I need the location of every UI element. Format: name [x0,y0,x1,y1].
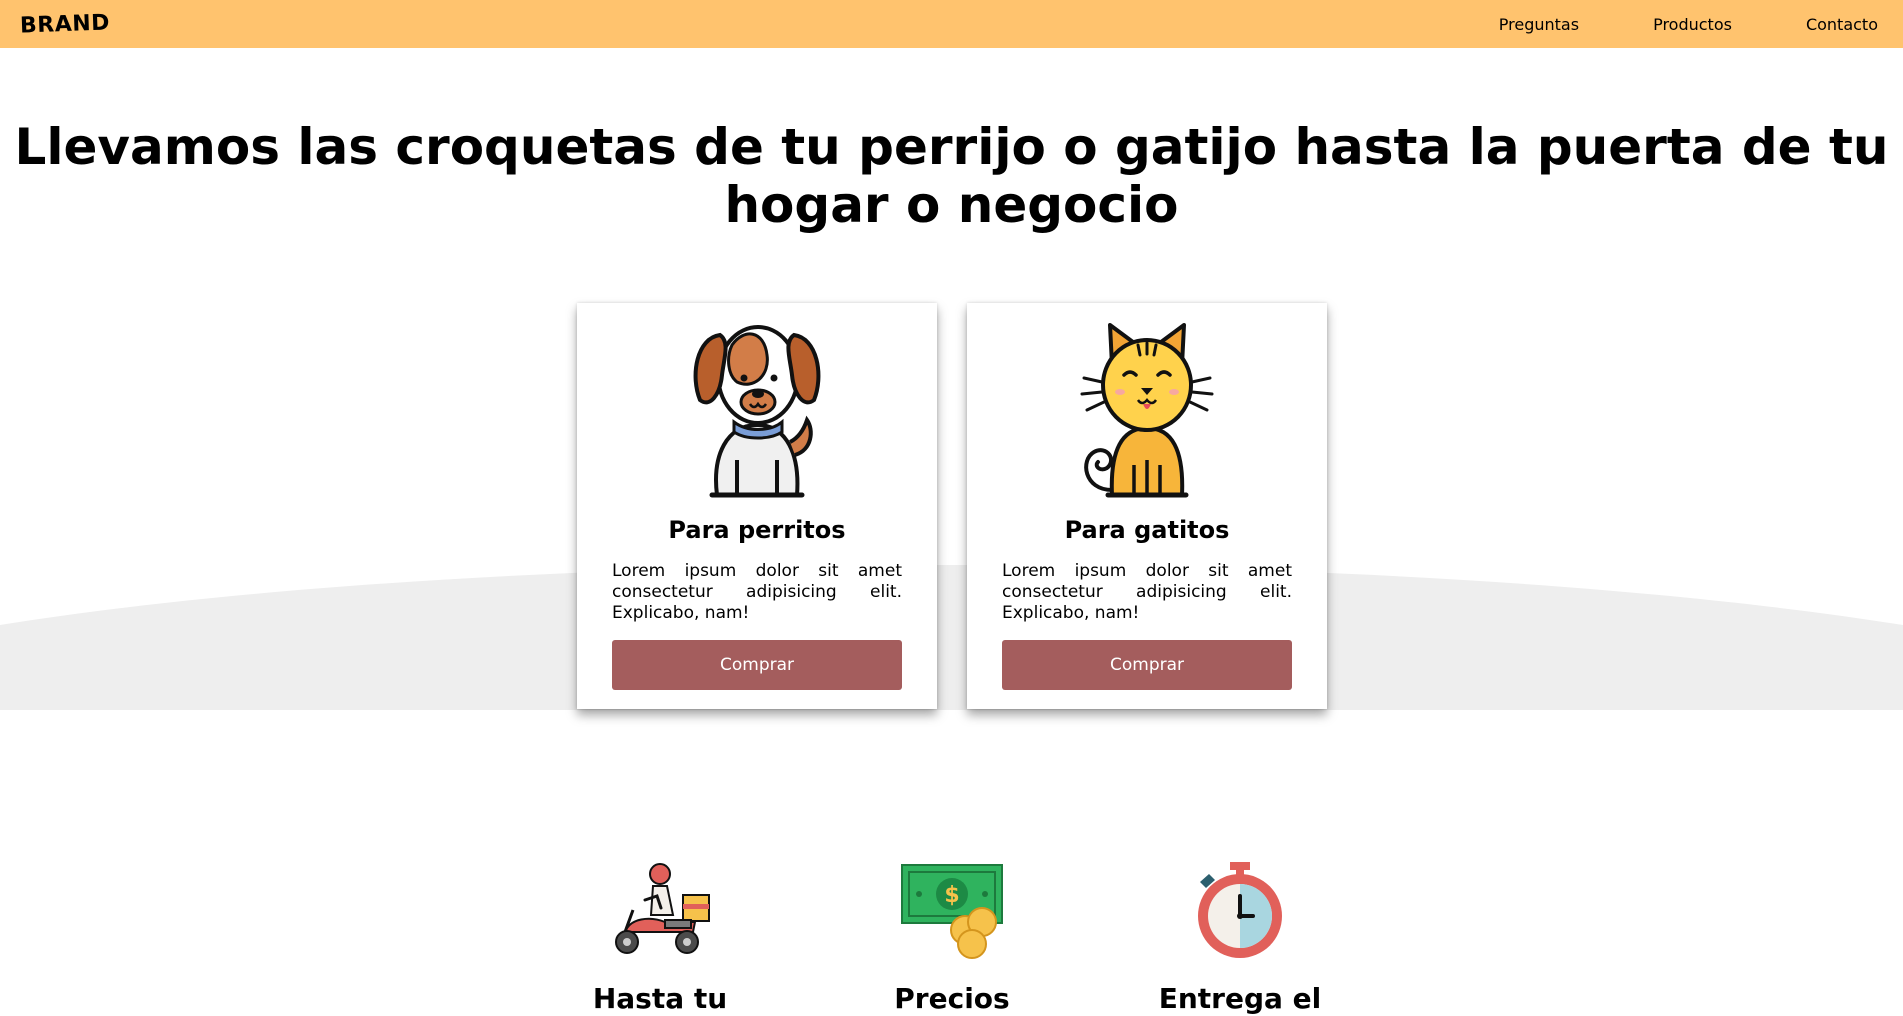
cat-icon [1080,323,1214,498]
navbar: BRAND Preguntas Productos Contacto [0,0,1903,48]
product-card-cats: Para gatitos Lorem ipsum dolor sit amet … [967,303,1327,709]
nav-link-preguntas[interactable]: Preguntas [1499,15,1579,34]
card-title: Para gatitos [1064,516,1230,544]
wave-background [0,565,1903,710]
hero-title: Llevamos las croquetas de tu perrijo o g… [14,118,1889,234]
card-title: Para perritos [668,516,846,544]
nav-link-contacto[interactable]: Contacto [1806,15,1878,34]
stopwatch-icon [1198,862,1282,958]
card-text: Lorem ipsum dolor sit amet consectetur a… [612,561,902,623]
nav-link-productos[interactable]: Productos [1653,15,1732,34]
feature-title: Hasta tu [592,982,728,1015]
feature-title: Entrega el [1158,982,1322,1015]
feature-delivery: Hasta tu [570,860,750,1016]
buy-button-dogs[interactable]: Comprar [612,640,902,690]
brand-logo[interactable]: BRAND [20,10,111,38]
svg-text:$: $ [944,883,959,908]
delivery-scooter-icon [615,863,710,954]
money-icon: $ [901,864,1003,959]
feature-title: Precios [894,982,1010,1015]
buy-button-cats[interactable]: Comprar [1002,640,1292,690]
nav-links: Preguntas Productos Contacto [1425,15,1878,34]
card-text: Lorem ipsum dolor sit amet consectetur a… [1002,561,1292,623]
feature-timer: Entrega el [1150,860,1330,1016]
product-card-dogs: Para perritos Lorem ipsum dolor sit amet… [577,303,937,709]
feature-prices: $ Precios [862,860,1042,1016]
dog-icon [693,325,821,498]
